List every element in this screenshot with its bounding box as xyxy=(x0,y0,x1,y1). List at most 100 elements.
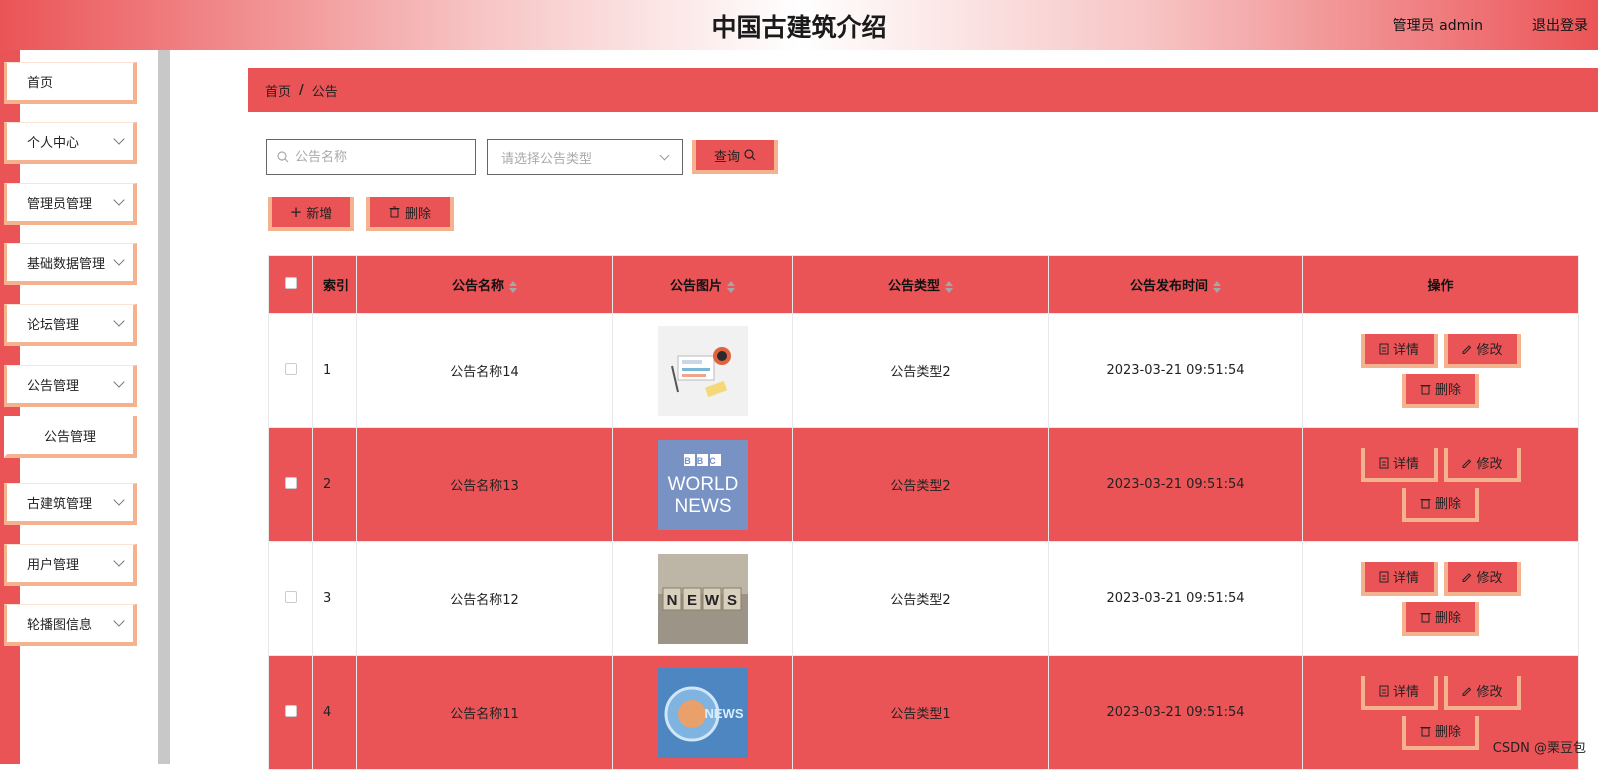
document-icon xyxy=(1379,571,1389,583)
thumb-letter-s: S xyxy=(726,592,736,609)
chevron-down-icon xyxy=(113,555,124,566)
sidebar-item-profile[interactable]: 个人中心 xyxy=(4,122,137,164)
edit-button[interactable]: 修改 xyxy=(1444,448,1521,482)
row-ops: 详情 修改 删除 xyxy=(1303,428,1579,542)
news-blocks-thumbnail[interactable]: N E W S xyxy=(658,554,748,644)
detail-button[interactable]: 详情 xyxy=(1361,676,1438,710)
header-time[interactable]: 公告发布时间 xyxy=(1049,256,1303,314)
sort-icon[interactable] xyxy=(1213,281,1221,293)
sort-icon[interactable] xyxy=(945,281,953,293)
chevron-down-icon xyxy=(113,133,124,144)
sidebar-item-users[interactable]: 用户管理 xyxy=(4,544,137,586)
header-image[interactable]: 公告图片 xyxy=(613,256,793,314)
breadcrumb-current: 公告 xyxy=(312,81,338,100)
delete-button[interactable]: 删除 xyxy=(1402,602,1479,636)
sidebar-item-architecture[interactable]: 古建筑管理 xyxy=(4,483,137,525)
header-index: 索引 xyxy=(313,256,357,314)
add-button[interactable]: + 新增 xyxy=(268,197,354,231)
sidebar-item-admin[interactable]: 管理员管理 xyxy=(4,183,137,225)
plus-icon: + xyxy=(290,203,303,221)
document-icon xyxy=(1379,457,1389,469)
trash-icon xyxy=(1420,725,1431,737)
sidebar-item-label: 个人中心 xyxy=(27,132,79,151)
delete-button[interactable]: 删除 xyxy=(1402,488,1479,522)
bbc-world-news-thumbnail[interactable]: BBC WORLD NEWS xyxy=(658,440,748,530)
sort-icon[interactable] xyxy=(727,281,735,293)
row-select[interactable] xyxy=(269,314,313,428)
search-icon xyxy=(277,151,289,163)
row-name: 公告名称11 xyxy=(357,656,613,770)
table-row: 2 公告名称13 BBC WORLD NEWS 公告类型2 2023-03-21… xyxy=(269,428,1579,542)
row-time: 2023-03-21 09:51:54 xyxy=(1049,314,1303,428)
delete-label: 删除 xyxy=(1435,607,1461,626)
edit-label: 修改 xyxy=(1476,339,1502,358)
row-select[interactable] xyxy=(269,656,313,770)
watermark: CSDN @栗豆包 xyxy=(1493,737,1586,756)
row-checkbox[interactable] xyxy=(285,591,297,603)
query-button-label: 查询 xyxy=(714,146,740,165)
news-desk-thumbnail[interactable] xyxy=(658,326,748,416)
row-type: 公告类型2 xyxy=(793,314,1049,428)
detail-button[interactable]: 详情 xyxy=(1361,334,1438,368)
sidebar-subitem-notice-manage[interactable]: 公告管理 xyxy=(4,416,137,458)
edit-button[interactable]: 修改 xyxy=(1444,562,1521,596)
sidebar: 首页 个人中心 管理员管理 基础数据管理 论坛管理 公告管理 公告管理 古建筑管… xyxy=(0,50,158,764)
notice-name-search[interactable] xyxy=(266,139,476,175)
select-all-checkbox[interactable] xyxy=(285,277,297,289)
detail-label: 详情 xyxy=(1393,681,1419,700)
delete-button[interactable]: 删除 xyxy=(1402,716,1479,750)
trash-icon xyxy=(1420,383,1431,395)
sidebar-item-home[interactable]: 首页 xyxy=(4,62,137,104)
header-select-all[interactable] xyxy=(269,256,313,314)
search-input[interactable] xyxy=(295,150,465,165)
chevron-down-icon xyxy=(113,315,124,326)
header-time-label: 公告发布时间 xyxy=(1130,279,1208,294)
row-select[interactable] xyxy=(269,542,313,656)
sidebar-item-carousel[interactable]: 轮播图信息 xyxy=(4,604,137,646)
edit-label: 修改 xyxy=(1476,567,1502,586)
batch-delete-button[interactable]: 删除 xyxy=(366,197,454,231)
table-header-row: 索引 公告名称 公告图片 公告类型 公告发布时间 操作 xyxy=(269,256,1579,314)
detail-button[interactable]: 详情 xyxy=(1361,448,1438,482)
sidebar-item-notice[interactable]: 公告管理 xyxy=(4,365,137,407)
query-button[interactable]: 查询 xyxy=(692,140,778,174)
sidebar-item-label: 古建筑管理 xyxy=(27,493,92,512)
header-type[interactable]: 公告类型 xyxy=(793,256,1049,314)
row-index: 2 xyxy=(313,428,357,542)
row-select[interactable] xyxy=(269,428,313,542)
add-button-label: 新增 xyxy=(306,203,332,222)
edit-button[interactable]: 修改 xyxy=(1444,676,1521,710)
news-globe-thumbnail[interactable]: NEWS xyxy=(658,668,748,758)
document-icon xyxy=(1379,685,1389,697)
row-type: 公告类型2 xyxy=(793,428,1049,542)
row-name: 公告名称13 xyxy=(357,428,613,542)
sort-icon[interactable] xyxy=(509,281,517,293)
notice-type-select[interactable]: 请选择公告类型 xyxy=(487,139,683,175)
detail-button[interactable]: 详情 xyxy=(1361,562,1438,596)
thumb-text-bbc: BBC xyxy=(684,456,722,466)
sidebar-item-forum[interactable]: 论坛管理 xyxy=(4,304,137,346)
row-checkbox[interactable] xyxy=(285,477,297,489)
thumb-text-world: WORLD xyxy=(667,474,738,495)
row-index: 3 xyxy=(313,542,357,656)
logout-link[interactable]: 退出登录 xyxy=(1532,15,1588,35)
app-title: 中国古建筑介绍 xyxy=(0,8,1598,44)
header-name-label: 公告名称 xyxy=(452,279,504,294)
table-row: 1 公告名称14 公告类型2 2023-03-21 09:51:54 xyxy=(269,314,1579,428)
sidebar-item-base-data[interactable]: 基础数据管理 xyxy=(4,243,137,285)
sidebar-scrollbar[interactable] xyxy=(158,50,170,764)
header-name[interactable]: 公告名称 xyxy=(357,256,613,314)
sidebar-item-label: 管理员管理 xyxy=(27,193,92,212)
row-ops: 详情 修改 删除 xyxy=(1303,542,1579,656)
edit-button[interactable]: 修改 xyxy=(1444,334,1521,368)
sidebar-item-label: 轮播图信息 xyxy=(27,614,92,633)
chevron-down-icon xyxy=(113,376,124,387)
row-checkbox[interactable] xyxy=(285,363,297,375)
delete-button[interactable]: 删除 xyxy=(1402,374,1479,408)
detail-label: 详情 xyxy=(1393,339,1419,358)
header-type-label: 公告类型 xyxy=(888,279,940,294)
row-checkbox[interactable] xyxy=(285,705,297,717)
table-row: 4 公告名称11 NEWS 公告类型1 2023-03-21 09:51:54 … xyxy=(269,656,1579,770)
row-image xyxy=(613,314,793,428)
breadcrumb-home[interactable]: 首页 xyxy=(265,81,291,100)
